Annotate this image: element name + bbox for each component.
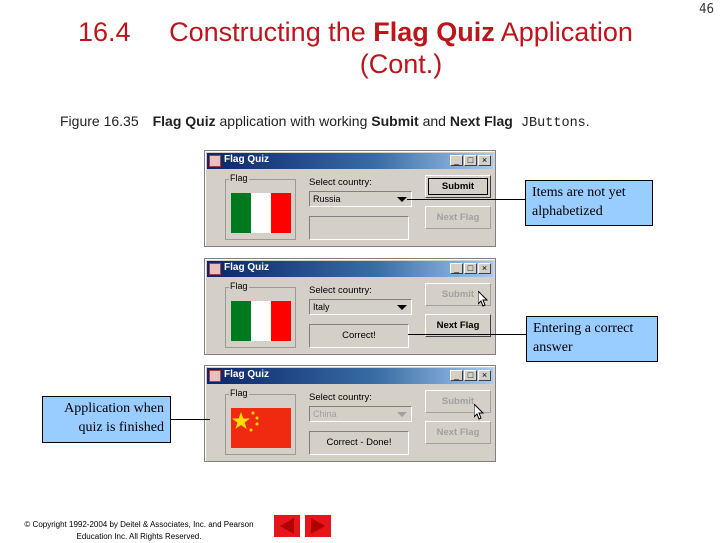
- callout-items-not-alphabetized: Items are not yet alphabetized: [525, 180, 653, 226]
- next-flag-button[interactable]: Next Flag: [425, 421, 491, 444]
- caption-period: .: [585, 113, 590, 129]
- java-app-icon: [209, 370, 221, 382]
- submit-button[interactable]: Submit: [425, 175, 491, 198]
- window-titlebar[interactable]: Flag Quiz _ □ ×: [207, 368, 493, 384]
- caption-text: application with working: [215, 113, 372, 129]
- flag-group-label: Flag: [229, 388, 249, 398]
- window-title: Flag Quiz: [224, 369, 269, 380]
- close-button[interactable]: ×: [478, 263, 491, 274]
- combobox-value: Italy: [313, 302, 330, 312]
- previous-arrow-icon: [280, 518, 294, 534]
- flag-group: Flag: [225, 281, 296, 348]
- title-bold: Flag Quiz: [373, 17, 495, 47]
- country-combobox[interactable]: China: [309, 406, 412, 422]
- chevron-down-icon[interactable]: [397, 412, 407, 417]
- chevron-down-icon[interactable]: [397, 305, 407, 310]
- callout-quiz-finished: Application when quiz is finished: [42, 396, 171, 443]
- result-field: Correct!: [309, 324, 409, 348]
- maximize-button[interactable]: □: [464, 263, 477, 274]
- figure-number: Figure 16.35: [60, 113, 139, 129]
- java-app-icon: [209, 263, 221, 275]
- combobox-value: Russia: [313, 194, 341, 204]
- window-titlebar[interactable]: Flag Quiz _ □ ×: [207, 261, 493, 277]
- flag-quiz-window: Flag Quiz _ □ × Flag Select country: Ita…: [204, 258, 496, 355]
- minimize-button[interactable]: _: [450, 370, 463, 381]
- slide-title: 16.4 Constructing the Flag Quiz Applicat…: [0, 16, 720, 80]
- italy-flag-icon: [231, 301, 291, 341]
- copyright-line1: © Copyright 1992-2004 by Deitel & Associ…: [24, 520, 254, 529]
- java-app-icon: [209, 155, 221, 167]
- callout-leader-line: [407, 199, 525, 200]
- caption-bold-app: Flag Quiz: [152, 113, 216, 129]
- copyright: © Copyright 1992-2004 by Deitel & Associ…: [8, 519, 270, 543]
- italy-flag-icon: [231, 193, 291, 233]
- flag-quiz-window: Flag Quiz _ □ × Flag Select country: Chi…: [204, 365, 496, 462]
- result-field: Correct - Done!: [309, 431, 409, 455]
- minimize-button[interactable]: _: [450, 155, 463, 166]
- flag-group-label: Flag: [229, 281, 249, 291]
- slide-number: 46: [699, 2, 714, 17]
- next-arrow-icon: [311, 518, 325, 534]
- country-combobox[interactable]: Russia: [309, 191, 412, 207]
- maximize-button[interactable]: □: [464, 155, 477, 166]
- chevron-down-icon[interactable]: [397, 197, 407, 202]
- select-country-label: Select country:: [309, 392, 372, 403]
- combobox-value: China: [313, 409, 337, 419]
- maximize-button[interactable]: □: [464, 370, 477, 381]
- mouse-cursor-icon: [473, 402, 486, 420]
- flag-group: Flag: [225, 388, 296, 455]
- title-text: Constructing the: [169, 17, 374, 47]
- select-country-label: Select country:: [309, 285, 372, 296]
- callout-leader-line: [170, 419, 210, 420]
- minimize-button[interactable]: _: [450, 263, 463, 274]
- copyright-line2: Education Inc. All Rights Reserved.: [76, 532, 202, 541]
- title-text-end: Application: [494, 17, 633, 47]
- window-titlebar[interactable]: Flag Quiz _ □ ×: [207, 153, 493, 169]
- next-flag-button[interactable]: Next Flag: [425, 206, 491, 229]
- callout-leader-line: [408, 334, 526, 335]
- caption-bold-submit: Submit: [371, 113, 419, 129]
- select-country-label: Select country:: [309, 177, 372, 188]
- next-slide-button[interactable]: [305, 515, 331, 537]
- close-button[interactable]: ×: [478, 370, 491, 381]
- caption-text-and: and: [418, 113, 450, 129]
- flag-group-label: Flag: [229, 173, 249, 183]
- callout-entering-correct: Entering a correct answer: [526, 316, 658, 362]
- country-combobox[interactable]: Italy: [309, 299, 412, 315]
- mouse-cursor-icon: [477, 289, 490, 307]
- caption-mono: JButtons: [512, 116, 586, 131]
- flag-group: Flag: [225, 173, 296, 240]
- section-number: 16.4: [78, 17, 131, 47]
- caption-bold-next: Next Flag: [449, 113, 513, 129]
- result-field: [309, 216, 409, 240]
- china-flag-icon: [231, 408, 291, 448]
- title-line2: (Cont.): [359, 49, 443, 79]
- figure-caption: Figure 16.35 Flag Quiz application with w…: [60, 113, 590, 131]
- previous-slide-button[interactable]: [274, 515, 300, 537]
- close-button[interactable]: ×: [478, 155, 491, 166]
- window-title: Flag Quiz: [224, 154, 269, 165]
- window-title: Flag Quiz: [224, 262, 269, 273]
